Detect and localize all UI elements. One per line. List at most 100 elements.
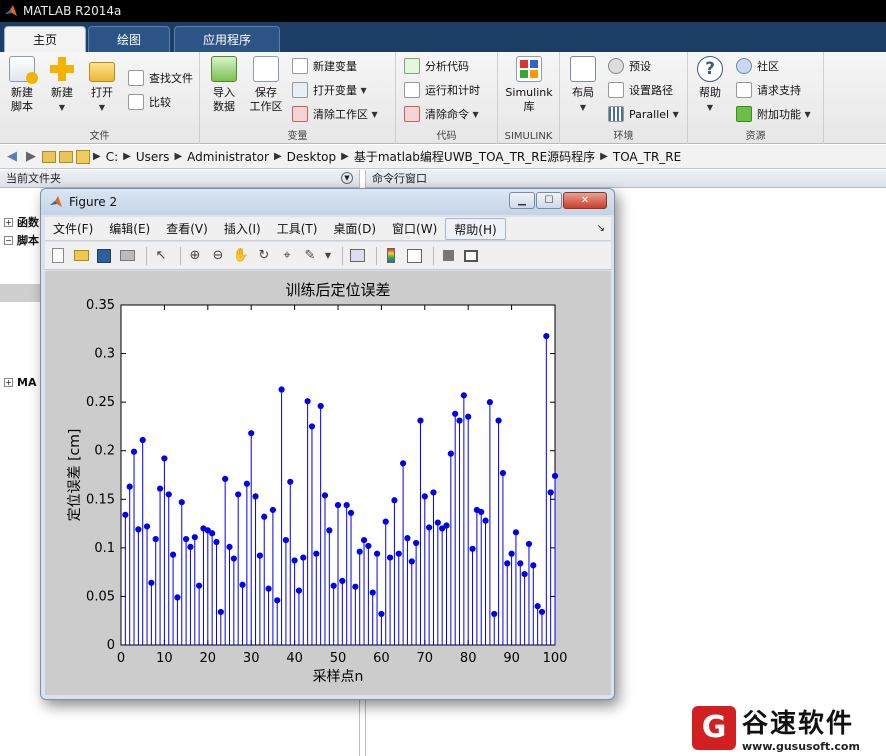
maximize-button[interactable]: ☐ (536, 192, 562, 209)
panel-menu-icon[interactable]: ▼ (341, 172, 353, 184)
stem-chart[interactable]: 0 10 20 30 40 50 60 70 80 90 100 0 0.05 0.1 0.15 0.2 0.2… (45, 271, 611, 695)
breadcrumb-administrator[interactable]: Administrator (187, 150, 269, 164)
stem-point[interactable] (352, 583, 359, 590)
back-arrow-icon[interactable]: ◀ (4, 149, 20, 165)
stem-point[interactable] (226, 543, 233, 550)
stem-point[interactable] (239, 581, 246, 588)
open-file-icon[interactable] (72, 247, 90, 265)
stem-point[interactable] (222, 475, 229, 482)
stem-point[interactable] (313, 550, 320, 557)
stem-point[interactable] (386, 554, 394, 561)
stem-point[interactable] (230, 555, 237, 562)
breadcrumb-users[interactable]: Users (136, 150, 170, 164)
tab-apps[interactable]: 应用程序 (174, 26, 280, 52)
minimize-button[interactable]: ▁ (509, 192, 535, 209)
zoom-out-icon[interactable]: ⊖ (209, 247, 227, 265)
stem-point[interactable] (495, 417, 502, 424)
stem-point[interactable] (465, 413, 472, 420)
stem-point[interactable] (256, 552, 263, 559)
stem-point[interactable] (525, 540, 533, 548)
stem-point[interactable] (456, 417, 463, 424)
stem-point[interactable] (400, 460, 407, 467)
link-plot-icon[interactable] (348, 247, 366, 265)
menu-tools[interactable]: 工具(T) (269, 218, 326, 240)
stem-point[interactable] (265, 585, 272, 592)
colorbar-icon[interactable] (382, 247, 400, 265)
forward-arrow-icon[interactable]: ▶ (23, 149, 39, 165)
stem-point[interactable] (330, 582, 337, 589)
stem-point[interactable] (287, 478, 294, 485)
stem-point[interactable] (378, 610, 385, 618)
stem-point[interactable] (551, 472, 559, 480)
stem-point[interactable] (486, 399, 493, 406)
menu-edit[interactable]: 编辑(E) (101, 218, 158, 240)
stem-point[interactable] (334, 502, 342, 509)
browse-folder-icon[interactable] (59, 150, 73, 163)
stem-point[interactable] (447, 450, 454, 457)
compare-button[interactable]: 比较 (128, 92, 171, 112)
stem-point[interactable] (517, 560, 524, 567)
stem-point[interactable] (343, 502, 350, 509)
set-path-button[interactable]: 设置路径 (608, 80, 673, 100)
stem-point[interactable] (130, 448, 138, 455)
request-support-button[interactable]: 请求支持 (736, 80, 801, 100)
stem-point[interactable] (417, 417, 424, 424)
menu-file[interactable]: 文件(F) (45, 218, 101, 240)
community-button[interactable]: 社区 (736, 56, 779, 76)
menu-insert[interactable]: 插入(I) (216, 218, 269, 240)
stem-point[interactable] (408, 558, 415, 565)
stem-point[interactable] (191, 534, 198, 541)
print-icon[interactable] (118, 247, 136, 265)
pan-hand-icon[interactable]: ✋ (232, 247, 250, 265)
zoom-in-icon[interactable]: ⊕ (186, 247, 204, 265)
tree-item-scripts[interactable]: − 脚本 (4, 232, 39, 248)
stem-point[interactable] (156, 485, 164, 492)
stem-point[interactable] (356, 548, 363, 555)
stem-point[interactable] (213, 538, 220, 546)
legend-icon[interactable] (405, 247, 423, 265)
stem-point[interactable] (508, 550, 515, 557)
stem-point[interactable] (499, 469, 507, 477)
stem-point[interactable] (139, 436, 146, 444)
stem-point[interactable] (395, 550, 402, 557)
stem-point[interactable] (347, 509, 355, 516)
stem-point[interactable] (278, 386, 285, 393)
breadcrumb-desktop[interactable]: Desktop (287, 150, 337, 164)
rotate-3d-icon[interactable]: ↻ (255, 247, 273, 265)
stem-point[interactable] (321, 492, 329, 499)
stem-point[interactable] (135, 526, 142, 533)
up-folder-icon[interactable] (42, 150, 56, 163)
menu-view[interactable]: 查看(V) (158, 218, 216, 240)
preferences-button[interactable]: 预设 (608, 56, 651, 76)
stem-point[interactable] (543, 332, 550, 340)
stem-point[interactable] (530, 562, 537, 569)
chevron-down-icon[interactable]: ▼ (324, 247, 332, 265)
stem-point[interactable] (196, 582, 203, 589)
stem-point[interactable] (426, 524, 433, 531)
breadcrumb-project[interactable]: 基于matlab编程UWB_TOA_TR_RE源码程序 (354, 148, 595, 165)
tab-home[interactable]: 主页 (4, 26, 86, 52)
menu-window[interactable]: 窗口(W) (384, 218, 445, 240)
stem-point[interactable] (209, 530, 216, 537)
simulink-library-button[interactable]: Simulink 库 (504, 56, 554, 114)
tree-item-functions[interactable]: + 函数 (4, 214, 39, 230)
stem-point[interactable] (143, 523, 151, 530)
analyze-code-button[interactable]: 分析代码 (404, 56, 469, 76)
stem-point[interactable] (165, 491, 172, 498)
stem-point[interactable] (478, 508, 485, 516)
new-variable-button[interactable]: 新建变量 (292, 56, 357, 76)
stem-point[interactable] (430, 489, 437, 496)
stem-point[interactable] (317, 402, 324, 410)
stem-point[interactable] (269, 506, 276, 514)
save-icon[interactable] (95, 247, 113, 265)
stem-point[interactable] (534, 603, 541, 610)
stem-point[interactable] (122, 511, 129, 518)
stem-point[interactable] (469, 545, 476, 552)
stem-point[interactable] (295, 587, 303, 594)
stem-point[interactable] (339, 577, 346, 584)
stem-point[interactable] (252, 493, 259, 500)
breadcrumb-c[interactable]: C: (106, 150, 118, 164)
stem-point[interactable] (126, 483, 133, 490)
stem-point[interactable] (365, 542, 372, 550)
brush-icon[interactable]: ✎ (301, 247, 319, 265)
